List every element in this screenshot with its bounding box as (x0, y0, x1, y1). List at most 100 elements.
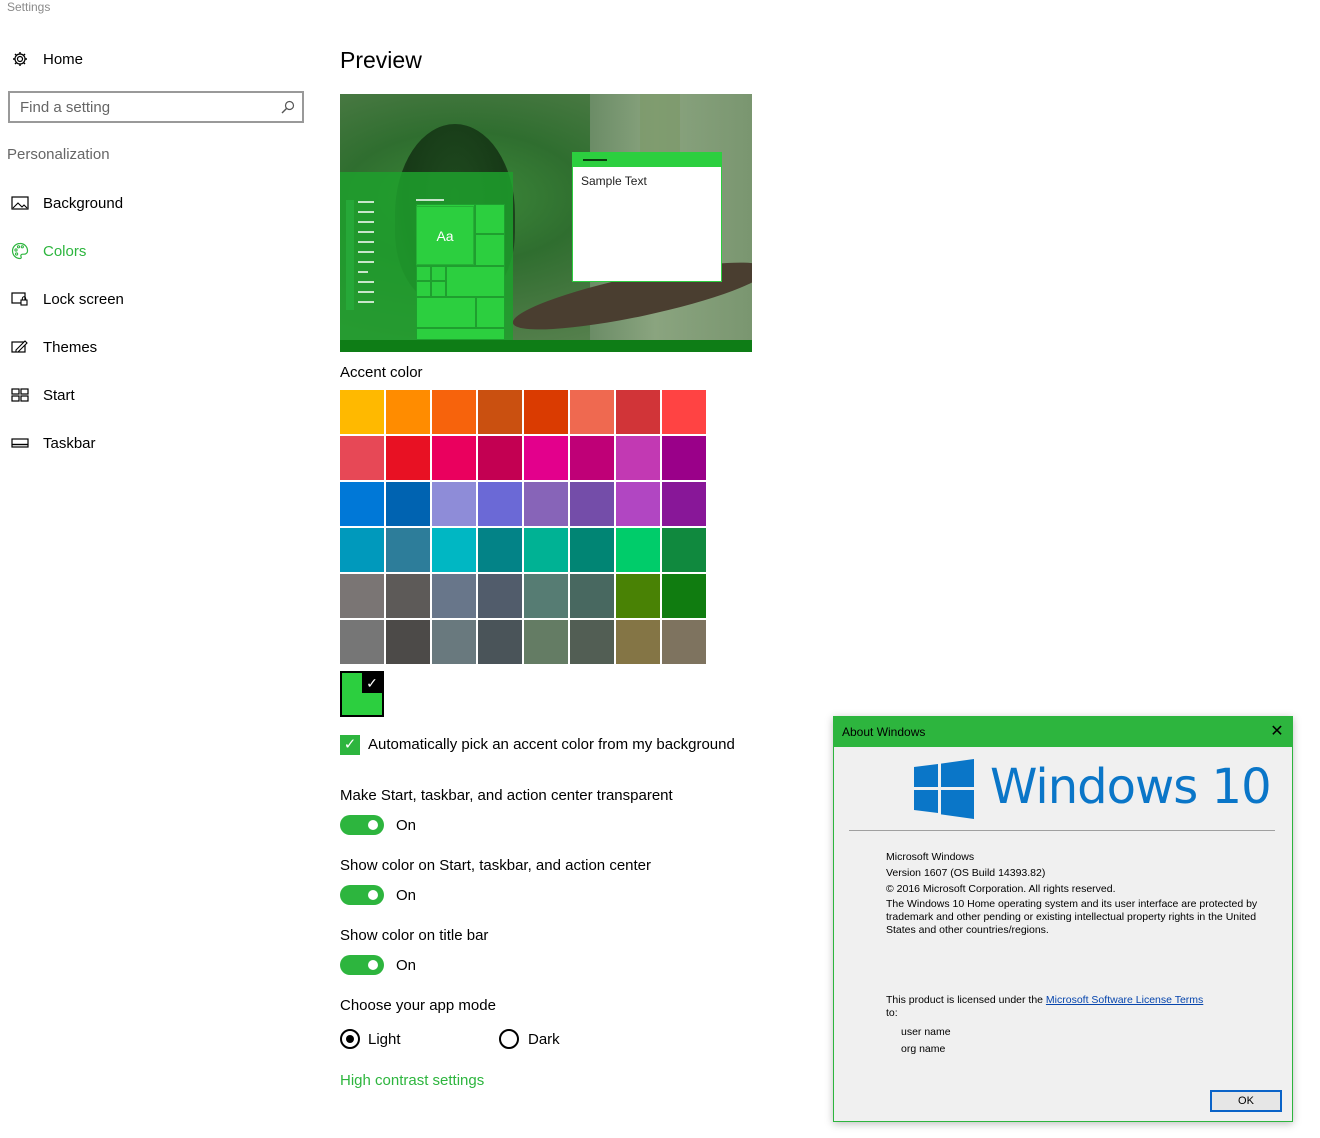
accent-swatch[interactable] (570, 436, 614, 480)
accent-swatch[interactable] (340, 436, 384, 480)
light-mode-radio[interactable] (340, 1029, 360, 1049)
preview-sample-text: Sample Text (581, 174, 647, 188)
preview-app-list (346, 200, 374, 310)
ok-button[interactable]: OK (1210, 1090, 1282, 1112)
accent-swatch[interactable] (478, 436, 522, 480)
divider (849, 830, 1275, 831)
high-contrast-link[interactable]: High contrast settings (340, 1072, 484, 1089)
accent-swatch[interactable] (616, 528, 660, 572)
accent-swatch[interactable] (662, 390, 706, 434)
accent-swatch[interactable] (432, 390, 476, 434)
accent-swatch[interactable] (616, 390, 660, 434)
show-color-start-state: On (396, 887, 417, 904)
auto-pick-label: Automatically pick an accent color from … (368, 736, 735, 753)
info-line: Version 1607 (OS Build 14393.82) (886, 867, 1046, 879)
accent-swatch[interactable] (524, 528, 568, 572)
accent-swatch[interactable] (524, 574, 568, 618)
accent-swatch[interactable] (432, 574, 476, 618)
transparent-label: Make Start, taskbar, and action center t… (340, 787, 673, 804)
accent-swatch[interactable] (524, 620, 568, 664)
accent-swatch[interactable] (478, 482, 522, 526)
accent-swatch[interactable] (570, 390, 614, 434)
picture-icon (10, 193, 30, 213)
accent-swatch[interactable] (432, 482, 476, 526)
sidebar-item-home[interactable]: Home (10, 47, 83, 71)
accent-swatch[interactable] (524, 390, 568, 434)
license-link[interactable]: Microsoft Software License Terms (1046, 994, 1203, 1006)
accent-swatch[interactable] (616, 620, 660, 664)
info-paragraph: The Windows 10 Home operating system and… (886, 898, 1258, 936)
accent-swatch[interactable] (386, 482, 430, 526)
search-icon[interactable] (280, 99, 296, 115)
accent-swatch[interactable] (570, 482, 614, 526)
dark-mode-radio[interactable] (499, 1029, 519, 1049)
accent-swatch[interactable] (386, 436, 430, 480)
accent-swatch[interactable] (386, 390, 430, 434)
preview-tile: Aa (416, 206, 474, 265)
accent-swatch[interactable] (524, 436, 568, 480)
show-color-title-toggle[interactable] (340, 955, 384, 975)
accent-swatch[interactable] (340, 390, 384, 434)
accent-swatch[interactable] (662, 620, 706, 664)
preview-tile (446, 266, 505, 297)
info-line: © 2016 Microsoft Corporation. All rights… (886, 883, 1116, 895)
accent-swatch[interactable] (432, 528, 476, 572)
accent-swatch[interactable] (478, 620, 522, 664)
taskbar-icon (10, 433, 30, 453)
sidebar-item-label: Colors (43, 242, 87, 260)
theme-preview: Aa Sample Text (340, 94, 752, 352)
accent-swatch[interactable] (570, 528, 614, 572)
accent-swatch[interactable] (340, 620, 384, 664)
sidebar-item-start[interactable]: Start (10, 383, 75, 407)
accent-swatch[interactable] (340, 574, 384, 618)
accent-swatch[interactable] (386, 620, 430, 664)
transparent-toggle[interactable] (340, 815, 384, 835)
accent-swatch[interactable] (570, 620, 614, 664)
accent-swatch[interactable] (662, 528, 706, 572)
preview-tile (475, 234, 505, 266)
dialog-titlebar[interactable]: About Windows ✕ (834, 717, 1292, 747)
accent-swatch[interactable] (386, 528, 430, 572)
accent-swatch[interactable] (478, 574, 522, 618)
accent-swatch[interactable] (478, 390, 522, 434)
current-accent-swatch[interactable]: ✓ (340, 671, 384, 717)
accent-swatch[interactable] (432, 436, 476, 480)
sidebar-item-background[interactable]: Background (10, 191, 123, 215)
sidebar-item-themes[interactable]: Themes (10, 335, 97, 359)
accent-swatch[interactable] (570, 574, 614, 618)
accent-swatch[interactable] (340, 482, 384, 526)
accent-swatch[interactable] (340, 528, 384, 572)
section-label: Personalization (7, 146, 110, 163)
preview-tile (476, 297, 505, 328)
search-box[interactable] (8, 91, 304, 123)
preview-tile (416, 281, 431, 297)
accent-swatch[interactable] (662, 574, 706, 618)
accent-swatch[interactable] (432, 620, 476, 664)
preview-tile (416, 328, 505, 340)
gear-icon (10, 49, 30, 69)
accent-color-grid (340, 390, 708, 664)
accent-swatch[interactable] (478, 528, 522, 572)
auto-pick-checkbox[interactable]: ✓ (340, 735, 360, 755)
sidebar-item-label: Lock screen (43, 290, 124, 308)
close-icon[interactable]: ✕ (1266, 721, 1288, 743)
accent-swatch[interactable] (662, 436, 706, 480)
accent-swatch[interactable] (616, 482, 660, 526)
accent-swatch[interactable] (616, 436, 660, 480)
search-input[interactable] (10, 93, 260, 121)
info-line: Microsoft Windows (886, 851, 975, 863)
preview-tile (431, 281, 446, 297)
license-text: This product is licensed under the Micro… (886, 994, 1206, 1020)
licensed-user: user name (901, 1026, 951, 1038)
sidebar-item-taskbar[interactable]: Taskbar (10, 431, 96, 455)
accent-swatch[interactable] (386, 574, 430, 618)
accent-swatch[interactable] (662, 482, 706, 526)
themes-icon (10, 337, 30, 357)
accent-swatch[interactable] (616, 574, 660, 618)
sidebar-item-label: Taskbar (43, 434, 96, 452)
sidebar-item-lock-screen[interactable]: Lock screen (10, 287, 124, 311)
show-color-start-toggle[interactable] (340, 885, 384, 905)
sidebar-item-colors[interactable]: Colors (10, 239, 86, 263)
accent-swatch[interactable] (524, 482, 568, 526)
app-mode-label: Choose your app mode (340, 997, 496, 1014)
